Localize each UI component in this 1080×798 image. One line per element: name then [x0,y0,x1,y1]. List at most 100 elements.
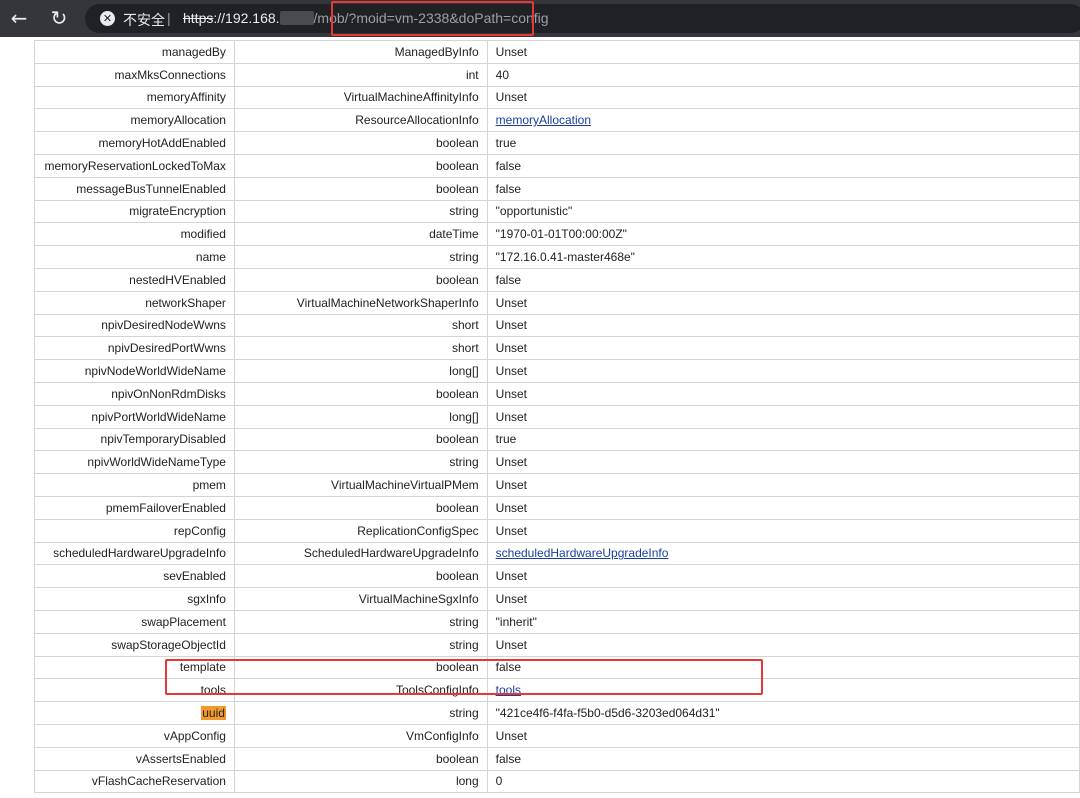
property-name: swapStorageObjectId [111,637,226,652]
property-value: 40 [495,67,510,82]
property-type: ScheduledHardwareUpgradeInfo [233,541,488,566]
property-value: true [495,432,517,447]
property-type: VirtualMachineNetworkShaperInfo [233,290,488,315]
property-value-cell: Unset [486,336,1080,361]
table-row: pmem VirtualMachineVirtualPMem Unset [34,473,1080,497]
property-value-cell: false [486,746,1080,771]
property-value-cell: Unset [486,632,1080,657]
property-value: Unset [495,90,528,105]
property-name-cell: uuid [34,701,235,725]
url-scheme: https [183,10,214,26]
property-value-cell: "421ce4f6-f4fa-f5b0-d5d6-3203ed064d31" [486,701,1080,725]
insecure-warning-icon[interactable]: ✕ [100,11,115,26]
property-type: boolean [233,381,488,406]
property-type: boolean [233,153,488,178]
property-name: npivWorldWideNameType [87,455,226,470]
property-value: true [495,136,517,151]
table-row: pmemFailoverEnabled boolean Unset [34,495,1080,520]
property-name-cell: npivNodeWorldWideName [34,359,235,383]
property-name-cell: memoryReservationLockedToMax [34,153,235,178]
property-value: Unset [495,318,528,333]
property-type: VirtualMachineSgxInfo [233,587,488,611]
table-row: swapStorageObjectId string Unset [34,632,1080,657]
insecure-label[interactable]: 不安全 [123,10,165,30]
table-row: sgxInfo VirtualMachineSgxInfo Unset [34,587,1080,611]
property-name: maxMksConnections [114,67,226,82]
property-type: ReplicationConfigSpec [233,518,488,543]
property-value-cell: Unset [486,495,1080,520]
property-value: Unset [495,500,528,515]
property-value: false [495,751,522,766]
property-value: Unset [495,455,528,470]
table-row: maxMksConnections int 40 [34,62,1080,87]
property-name: vAppConfig [163,728,226,743]
property-value-cell: "opportunistic" [486,199,1080,224]
property-name: managedBy [161,44,226,59]
property-name-cell: sevEnabled [34,564,235,589]
property-name: npivOnNonRdmDisks [111,386,226,401]
property-value-cell: Unset [486,564,1080,589]
property-value-cell: "172.16.0.41-master468e" [486,245,1080,269]
property-name-cell: npivDesiredNodeWwns [34,313,235,338]
property-name: pmem [192,478,226,493]
property-type: ResourceAllocationInfo [233,108,488,133]
property-name: npivDesiredNodeWwns [101,318,226,333]
property-name: sevEnabled [163,569,226,584]
property-name: pmemFailoverEnabled [105,500,226,515]
property-value: Unset [495,341,528,356]
property-value: Unset [495,409,528,424]
table-row: nestedHVEnabled boolean false [34,267,1080,292]
property-name: name [195,250,226,265]
property-type: boolean [233,176,488,201]
property-type: boolean [233,267,488,292]
property-name: modified [180,227,226,242]
table-row: memoryAffinity VirtualMachineAffinityInfo… [34,85,1080,110]
url-host: ://192.168. [213,10,280,26]
table-row: modified dateTime "1970-01-01T00:00:00Z" [34,222,1080,247]
table-row: memoryHotAddEnabled boolean true [34,131,1080,155]
property-name-cell: nestedHVEnabled [34,267,235,292]
property-type: boolean [233,131,488,155]
table-row: uuid string "421ce4f6-f4fa-f5b0-d5d6-3203e… [34,701,1080,725]
table-row: npivTemporaryDisabled boolean true [34,427,1080,452]
property-name-cell: migrateEncryption [34,199,235,224]
property-name: scheduledHardwareUpgradeInfo [53,546,226,561]
table-row: name string "172.16.0.41-master468e" [34,245,1080,269]
property-name: swapPlacement [141,614,226,629]
arrow-left-icon[interactable]: ← [6,5,32,31]
property-value-cell: "inherit" [486,609,1080,634]
property-name-cell: npivDesiredPortWwns [34,336,235,361]
property-value-cell: Unset [486,85,1080,110]
property-value: Unset [495,295,528,310]
property-value-cell: false [486,176,1080,201]
property-name: migrateEncryption [129,204,226,219]
table-row: managedBy ManagedByInfo Unset [34,40,1080,64]
property-type: boolean [233,427,488,452]
property-value-cell: 0 [486,769,1080,794]
property-value-cell: "1970-01-01T00:00:00Z" [486,222,1080,247]
property-type: VmConfigInfo [233,723,488,748]
property-value: false [495,272,522,287]
property-type: boolean [233,746,488,771]
property-name-cell: name [34,245,235,269]
table-row: npivDesiredPortWwns short Unset [34,336,1080,361]
property-value-cell: Unset [486,450,1080,475]
address-bar[interactable]: ✕ 不安全 | https://192.168./mob/?moid=vm-23… [85,4,1080,33]
property-value-link[interactable]: scheduledHardwareUpgradeInfo [496,546,669,560]
table-row: vFlashCacheReservation long 0 [34,769,1080,794]
property-value-link[interactable]: memoryAllocation [496,113,591,127]
property-value: Unset [495,478,528,493]
property-name: networkShaper [145,295,226,310]
property-name-cell: npivWorldWideNameType [34,450,235,475]
property-value: "172.16.0.41-master468e" [495,250,635,265]
table-row: npivPortWorldWideName long[] Unset [34,404,1080,429]
property-value-cell: false [486,153,1080,178]
reload-icon[interactable]: ↻ [46,5,72,31]
property-value: 0 [495,774,503,789]
property-name: uuid [201,706,226,720]
property-name-cell: memoryAffinity [34,85,235,110]
property-type: boolean [233,495,488,520]
uuid-annotation-box [165,659,763,695]
property-name: npivPortWorldWideName [91,409,226,424]
property-type: dateTime [233,222,488,247]
